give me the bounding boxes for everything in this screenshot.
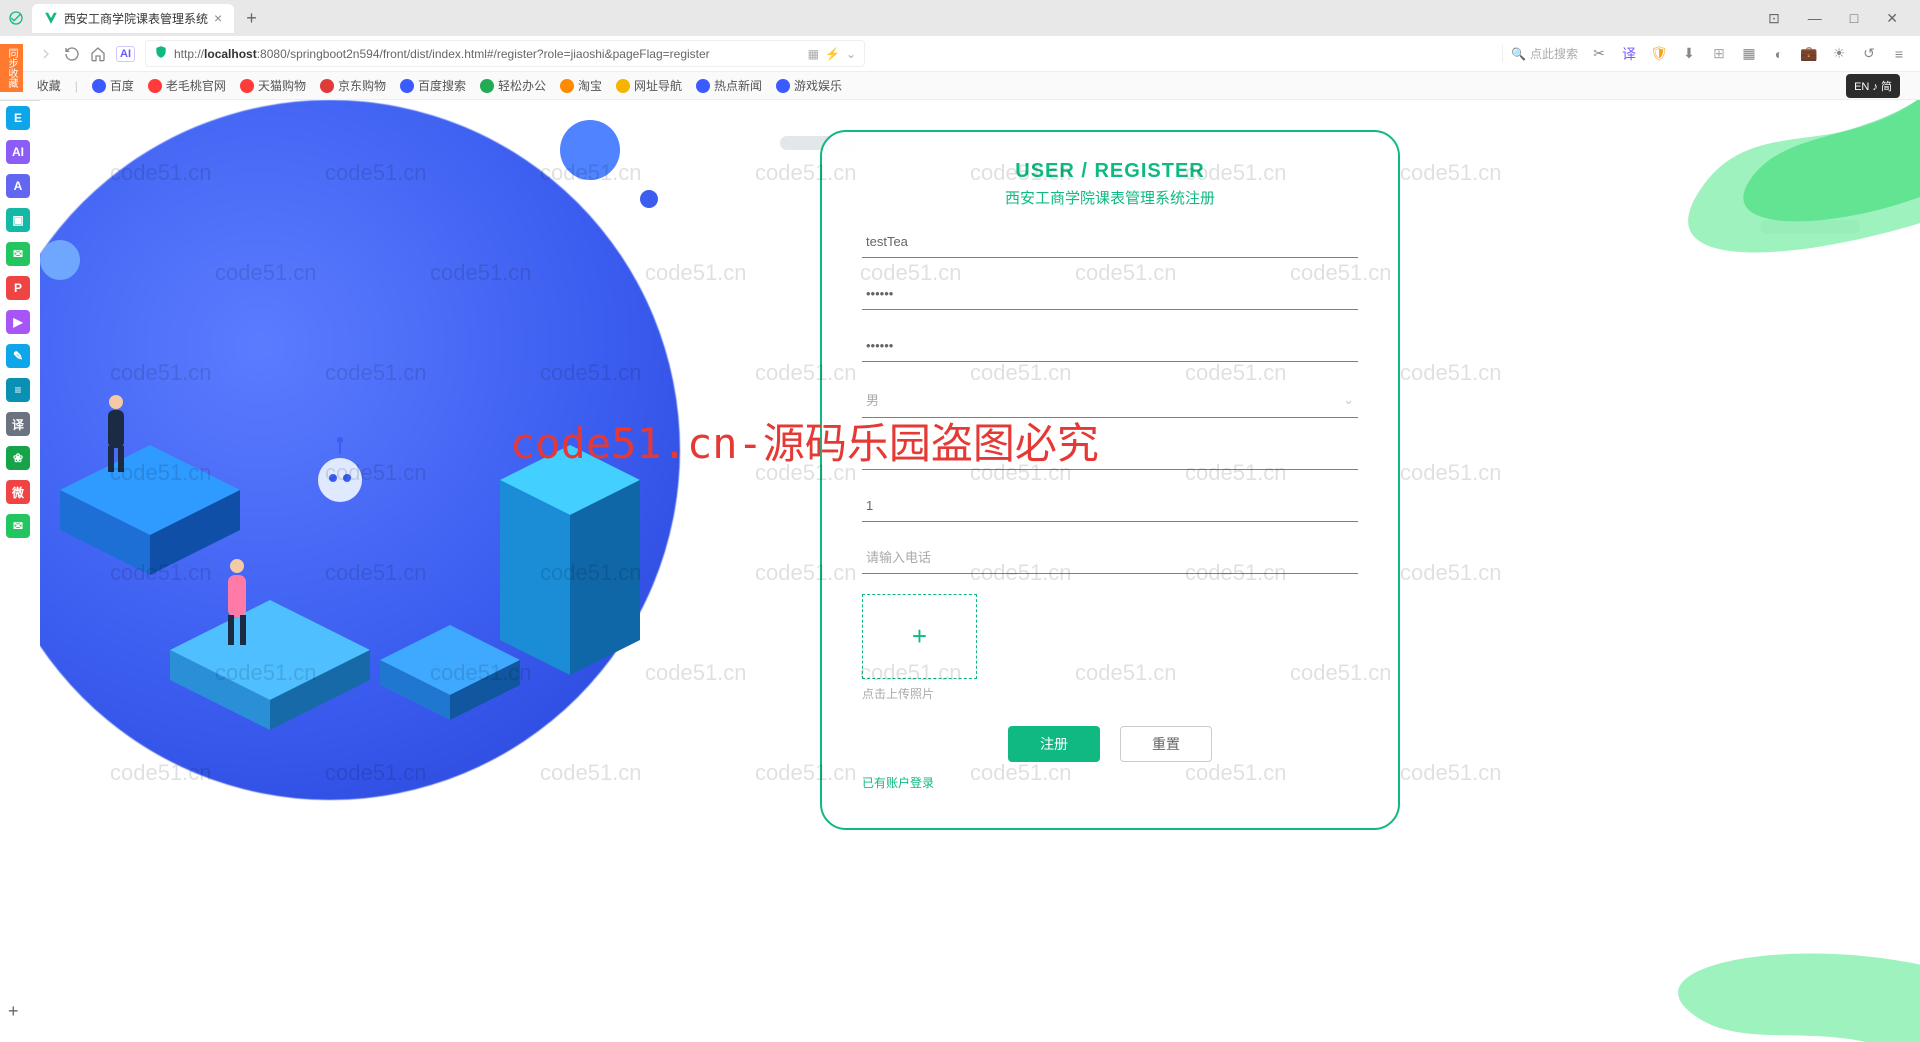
extra-field-2[interactable] [862,490,1358,522]
translate-icon[interactable]: 译 [1620,45,1638,63]
active-tab[interactable]: 西安工商学院课表管理系统 × [32,4,234,33]
add-sidebar-button[interactable]: + [8,1001,19,1022]
window-controls: ⊡ — □ ✕ [1762,8,1912,29]
bookmark-item[interactable]: 京东购物 [320,77,386,94]
side-app-11[interactable]: ❀ [6,446,30,470]
side-app-7[interactable]: ▶ [6,310,30,334]
shield-icon [154,45,168,62]
bookmark-item[interactable]: 天猫购物 [240,77,306,94]
wallet-icon[interactable]: 💼 [1800,45,1818,63]
color-icon[interactable]: ◐ [1770,45,1788,63]
reload-icon[interactable] [64,46,80,62]
side-app-4[interactable]: ▣ [6,208,30,232]
settings-icon[interactable]: ☀ [1830,45,1848,63]
extra-field-1[interactable] [862,438,1358,470]
favorites-label: 收藏 [37,77,61,94]
hero-illustration [40,100,820,960]
ai-icon[interactable]: AI [116,46,135,62]
bookmark-item[interactable]: 百度 [92,77,134,94]
register-title: USER / REGISTER [862,160,1358,183]
home-icon[interactable] [90,46,106,62]
toolbar-right: 🔍 点此搜索 ✂ 译 🛡 ⬇ ⊞ ▦ ◐ 💼 ☀ ↺ ≡ [1502,45,1908,63]
bookmark-item[interactable]: 轻松办公 [480,77,546,94]
close-tab-icon[interactable]: × [214,10,222,26]
qr-icon[interactable]: ▦ [808,47,819,61]
plus-icon: + [912,621,927,652]
language-badge[interactable]: EN ♪ 简 [1846,74,1900,98]
left-sidebar: E AI A ▣ ✉ P ▶ ✎ ≡ 译 ❀ 微 ✉ [0,100,36,538]
bolt-icon[interactable]: ⚡ [825,47,840,61]
window-close[interactable]: ✕ [1880,8,1904,29]
submit-button[interactable]: 注册 [1008,726,1100,762]
login-link[interactable]: 已有账户登录 [862,774,1358,791]
history-icon[interactable]: ↺ [1860,45,1878,63]
gender-select[interactable]: 男 ⌄ [862,382,1358,418]
page-content: USER / REGISTER 西安工商学院课表管理系统注册 男 ⌄ + 点击上… [40,100,1920,1042]
address-bar: AI http://localhost:8080/springboot2n594… [0,36,1920,72]
menu-icon[interactable]: ≡ [1890,45,1908,63]
search-placeholder: 点此搜索 [1530,45,1578,62]
bookmark-item[interactable]: 淘宝 [560,77,602,94]
password-input[interactable] [862,278,1358,310]
browser-logo-icon [8,10,24,26]
side-app-weibo[interactable]: 微 [6,480,30,504]
url-box[interactable]: http://localhost:8080/springboot2n594/fr… [145,40,865,67]
window-other[interactable]: ⊡ [1762,8,1786,29]
green-decoration-bottom [1530,862,1920,1042]
bookmark-item[interactable]: 网址导航 [616,77,682,94]
side-app-5[interactable]: ✉ [6,242,30,266]
password-confirm-input[interactable] [862,330,1358,362]
side-app-1[interactable]: E [6,106,30,130]
phone-input[interactable] [862,542,1358,574]
side-app-3[interactable]: A [6,174,30,198]
side-app-9[interactable]: ≡ [6,378,30,402]
nav-forward-icon[interactable] [38,46,54,62]
scissors-icon[interactable]: ✂ [1590,45,1608,63]
download-icon[interactable]: ⬇ [1680,45,1698,63]
search-box[interactable]: 🔍 点此搜索 [1502,45,1578,62]
url-text: http://localhost:8080/springboot2n594/fr… [174,47,802,61]
side-app-10[interactable]: 译 [6,412,30,436]
side-app-8[interactable]: ✎ [6,344,30,368]
green-decoration [1440,100,1920,320]
tab-bar: 西安工商学院课表管理系统 × + ⊡ — □ ✕ [0,0,1920,36]
browser-chrome: 西安工商学院课表管理系统 × + ⊡ — □ ✕ AI http://local… [0,0,1920,101]
bookmark-item[interactable]: 百度搜索 [400,77,466,94]
search-icon: 🔍 [1511,47,1526,61]
new-tab-button[interactable]: + [238,8,265,29]
gender-value: 男 [866,390,879,409]
security-icon[interactable]: 🛡 [1650,45,1668,63]
tab-title: 西安工商学院课表管理系统 [64,10,208,27]
side-app-6[interactable]: P [6,276,30,300]
sync-favorites-tag[interactable]: 同步收藏 [0,44,23,92]
username-input[interactable] [862,226,1358,258]
bookmark-item[interactable]: 热点新闻 [696,77,762,94]
side-app-mail[interactable]: ✉ [6,514,30,538]
window-minimize[interactable]: — [1802,8,1828,29]
photo-upload[interactable]: + [862,594,977,679]
side-app-2[interactable]: AI [6,140,30,164]
register-card: USER / REGISTER 西安工商学院课表管理系统注册 男 ⌄ + 点击上… [820,130,1400,830]
register-subtitle: 西安工商学院课表管理系统注册 [862,187,1358,208]
apps-icon[interactable]: ▦ [1740,45,1758,63]
bookmark-item[interactable]: 游戏娱乐 [776,77,842,94]
upload-hint: 点击上传照片 [862,685,1358,702]
vue-icon [44,11,58,25]
window-maximize[interactable]: □ [1844,8,1864,29]
bookmark-item[interactable]: 老毛桃官网 [148,77,226,94]
bookmarks-bar: ★ 收藏 | 百度 老毛桃官网 天猫购物 京东购物 百度搜索 轻松办公 淘宝 网… [0,72,1920,100]
chevron-down-icon: ⌄ [1343,392,1354,408]
extensions-icon[interactable]: ⊞ [1710,45,1728,63]
chevron-down-icon[interactable]: ⌄ [846,47,856,61]
reset-button[interactable]: 重置 [1120,726,1212,762]
